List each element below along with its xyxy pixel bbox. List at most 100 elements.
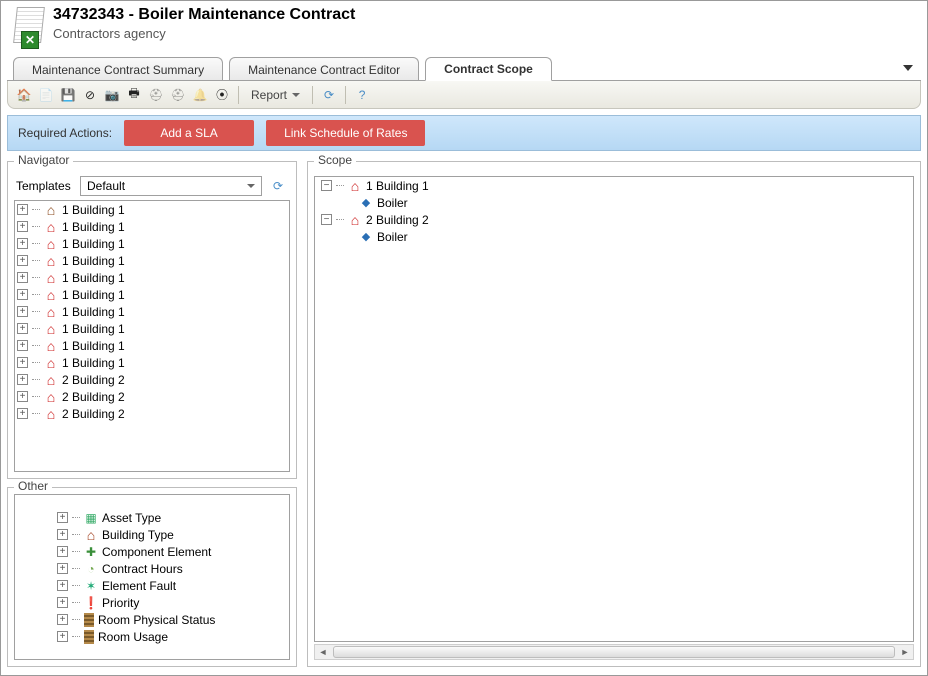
page-title: 34732343 - Boiler Maintenance Contract (53, 5, 355, 24)
expand-toggle[interactable] (17, 221, 28, 232)
expand-toggle[interactable] (17, 289, 28, 300)
navigator-item[interactable]: 2 Building 2 (15, 388, 289, 405)
navigator-item[interactable]: 1 Building 1 (15, 252, 289, 269)
required-actions-bar: Required Actions: Add a SLA Link Schedul… (7, 115, 921, 151)
navigator-item[interactable]: 1 Building 1 (15, 218, 289, 235)
building-icon (44, 254, 58, 268)
other-item-label: Contract Hours (102, 562, 183, 576)
navigator-tree[interactable]: 1 Building 11 Building 11 Building 11 Bu… (14, 200, 290, 472)
building-icon (44, 237, 58, 251)
navigator-item[interactable]: 1 Building 1 (15, 337, 289, 354)
expand-toggle[interactable] (57, 546, 68, 557)
print-button[interactable]: 🖶 (124, 85, 144, 105)
other-item[interactable]: Room Physical Status (55, 611, 289, 628)
cubes-icon (84, 511, 98, 525)
navigator-item[interactable]: 1 Building 1 (15, 201, 289, 218)
navigator-item[interactable]: 1 Building 1 (15, 235, 289, 252)
expand-toggle[interactable] (17, 272, 28, 283)
scope-building[interactable]: 2 Building 2 (315, 211, 913, 228)
expand-toggle[interactable] (17, 255, 28, 266)
navigator-item-label: 1 Building 1 (62, 288, 125, 302)
tab-maintenance-summary[interactable]: Maintenance Contract Summary (13, 57, 223, 81)
collapse-toggle[interactable] (321, 214, 332, 225)
scope-building[interactable]: 1 Building 1 (315, 177, 913, 194)
building-icon (44, 407, 58, 421)
expand-toggle[interactable] (17, 357, 28, 368)
expand-toggle[interactable] (17, 391, 28, 402)
expand-toggle[interactable] (57, 631, 68, 642)
expand-toggle[interactable] (57, 529, 68, 540)
refresh-button[interactable]: ⟳ (319, 85, 339, 105)
tabstrip: Maintenance Contract Summary Maintenance… (1, 55, 927, 81)
expand-toggle[interactable] (17, 238, 28, 249)
other-legend: Other (14, 479, 52, 493)
tab-overflow-button[interactable] (903, 65, 913, 71)
fault-icon (84, 579, 98, 593)
scroll-left-arrow[interactable]: ◄ (315, 645, 331, 659)
expand-toggle[interactable] (17, 340, 28, 351)
navigator-item[interactable]: 1 Building 1 (15, 286, 289, 303)
other-item[interactable]: Component Element (55, 543, 289, 560)
scroll-right-arrow[interactable]: ► (897, 645, 913, 659)
building-icon (44, 373, 58, 387)
main-panels: Navigator Templates Default ⟳ 1 Building… (1, 151, 927, 675)
link-schedule-rates-button[interactable]: Link Schedule of Rates (266, 120, 425, 146)
navigator-panel: Navigator Templates Default ⟳ 1 Building… (7, 161, 297, 479)
scope-asset[interactable]: Boiler (315, 194, 913, 211)
navigator-item-label: 1 Building 1 (62, 339, 125, 353)
expand-toggle[interactable] (17, 323, 28, 334)
add-sla-button[interactable]: Add a SLA (124, 120, 254, 146)
bell-button: 🔔 (190, 85, 210, 105)
templates-select[interactable]: Default (80, 176, 262, 196)
target-button[interactable]: ⦿ (212, 85, 232, 105)
clock-icon (84, 562, 98, 576)
navigator-item[interactable]: 2 Building 2 (15, 405, 289, 422)
expand-toggle[interactable] (57, 563, 68, 574)
delete-button[interactable]: ⊘ (80, 85, 100, 105)
save-button[interactable]: 💾 (58, 85, 78, 105)
help-button[interactable]: ? (352, 85, 372, 105)
expand-toggle[interactable] (57, 614, 68, 625)
building-icon (44, 288, 58, 302)
building-icon (44, 203, 58, 217)
expand-toggle[interactable] (17, 306, 28, 317)
tab-contract-scope[interactable]: Contract Scope (425, 57, 552, 81)
scope-asset-label: Boiler (377, 230, 408, 244)
expand-toggle[interactable] (17, 408, 28, 419)
navigator-item[interactable]: 2 Building 2 (15, 371, 289, 388)
expand-toggle[interactable] (57, 512, 68, 523)
scope-asset[interactable]: Boiler (315, 228, 913, 245)
navigator-item-label: 1 Building 1 (62, 237, 125, 251)
camera-button[interactable]: 📷 (102, 85, 122, 105)
other-tree[interactable]: Asset TypeBuilding TypeComponent Element… (14, 494, 290, 660)
expand-toggle[interactable] (17, 204, 28, 215)
chevron-down-icon (247, 184, 255, 188)
other-item[interactable]: Contract Hours (55, 560, 289, 577)
scope-tree[interactable]: 1 Building 1Boiler2 Building 2Boiler (314, 176, 914, 642)
other-item[interactable]: Element Fault (55, 577, 289, 594)
templates-refresh-button[interactable]: ⟳ (268, 176, 288, 196)
other-item-label: Priority (102, 596, 139, 610)
tab-label: Contract Scope (444, 62, 533, 76)
helmet2-button: ⛑ (168, 85, 188, 105)
building-icon (44, 220, 58, 234)
other-item[interactable]: Asset Type (55, 509, 289, 526)
other-item[interactable]: Building Type (55, 526, 289, 543)
expand-toggle[interactable] (17, 374, 28, 385)
new-button[interactable]: 🏠 (14, 85, 34, 105)
expand-toggle[interactable] (57, 580, 68, 591)
scope-horizontal-scrollbar[interactable]: ◄ ► (314, 644, 914, 660)
navigator-item[interactable]: 1 Building 1 (15, 354, 289, 371)
tab-maintenance-editor[interactable]: Maintenance Contract Editor (229, 57, 419, 81)
navigator-item[interactable]: 1 Building 1 (15, 269, 289, 286)
other-item-label: Asset Type (102, 511, 161, 525)
expand-toggle[interactable] (57, 597, 68, 608)
other-item[interactable]: Room Usage (55, 628, 289, 645)
navigator-item[interactable]: 1 Building 1 (15, 303, 289, 320)
other-item[interactable]: Priority (55, 594, 289, 611)
collapse-toggle[interactable] (321, 180, 332, 191)
left-column: Navigator Templates Default ⟳ 1 Building… (7, 161, 297, 667)
templates-value: Default (87, 179, 125, 193)
report-dropdown[interactable]: Report (245, 85, 306, 105)
navigator-item[interactable]: 1 Building 1 (15, 320, 289, 337)
